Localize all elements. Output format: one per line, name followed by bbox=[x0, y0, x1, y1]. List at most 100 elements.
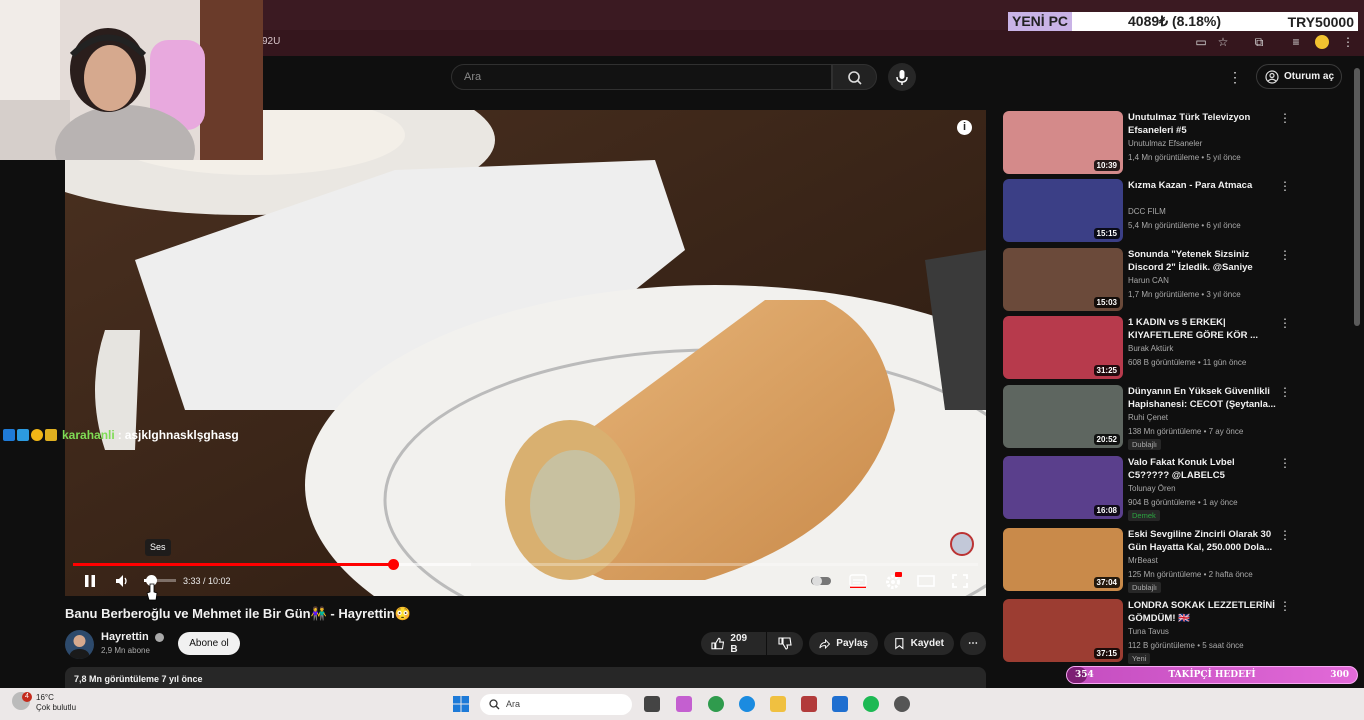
task-view-icon[interactable] bbox=[644, 696, 660, 712]
recommendation-thumbnail[interactable]: 37:15 bbox=[1003, 599, 1123, 662]
recommendation-thumbnail[interactable]: 20:52 bbox=[1003, 385, 1123, 448]
ticker-label: YENİ PC bbox=[1008, 12, 1073, 31]
description-box[interactable]: 7,8 Mn görüntüleme 7 yıl önce bbox=[65, 667, 986, 689]
recommendation-channel[interactable]: Tuna Tavus bbox=[1128, 627, 1169, 636]
obs-icon[interactable] bbox=[894, 696, 910, 712]
recommendation-item[interactable]: 31:25 1 KADIN vs 5 ERKEK| KIYAFETLERE GÖR… bbox=[1003, 316, 1353, 382]
page-scrollbar[interactable] bbox=[1354, 68, 1360, 326]
subtitles-icon[interactable] bbox=[849, 574, 867, 588]
recommendation-item[interactable]: 37:15 LONDRA SOKAK LEZZETLERİNİ GÖMDÜM! 🇬… bbox=[1003, 599, 1353, 665]
video-player[interactable] bbox=[65, 110, 986, 596]
volume-slider[interactable] bbox=[144, 575, 176, 586]
channel-avatar[interactable] bbox=[65, 630, 94, 659]
recommendation-thumbnail[interactable]: 15:15 bbox=[1003, 179, 1123, 242]
file-explorer-icon[interactable] bbox=[770, 696, 786, 712]
recommendation-item[interactable]: 37:04 Eski Sevgiline Zincirli Olarak 30 G… bbox=[1003, 528, 1353, 594]
more-options-icon[interactable]: ⋮ bbox=[1279, 316, 1291, 330]
ticker-total: TRY50000 bbox=[1287, 13, 1354, 30]
recommendation-title[interactable]: Kızma Kazan - Para Atmaca bbox=[1128, 179, 1276, 192]
like-button[interactable]: 209 B bbox=[701, 632, 766, 655]
share-button[interactable]: Paylaş bbox=[809, 632, 878, 655]
url-text: 92U bbox=[262, 36, 281, 47]
recommendation-title[interactable]: Valo Fakat Konuk Lvbel C5????? @LABELC5 … bbox=[1128, 456, 1276, 482]
recommendation-title[interactable]: Unutulmaz Türk Televizyon Efsaneleri #5 bbox=[1128, 111, 1276, 137]
chat-text: asjklghnasklşghasg bbox=[124, 428, 239, 442]
recommendation-channel[interactable]: Tolunay Ören bbox=[1128, 484, 1176, 493]
recommendation-thumbnail[interactable]: 15:03 bbox=[1003, 248, 1123, 311]
notification-badge: 4 bbox=[22, 692, 32, 702]
recommendation-item[interactable]: 20:52 Dünyanın En Yüksek Güvenlikli Hapis… bbox=[1003, 385, 1353, 451]
windows-start-icon[interactable] bbox=[453, 696, 469, 712]
recommendation-meta: 608 B görüntüleme • 11 gün önce bbox=[1128, 358, 1247, 367]
theater-mode-icon[interactable] bbox=[917, 575, 935, 587]
voice-search-button[interactable] bbox=[888, 63, 916, 91]
prime-badge-icon bbox=[3, 429, 15, 441]
recommendation-channel[interactable]: Burak Aktürk bbox=[1128, 344, 1173, 353]
more-options-icon[interactable]: ⋮ bbox=[1279, 179, 1291, 193]
more-options-icon[interactable]: ⋮ bbox=[1279, 248, 1291, 262]
recommendation-thumbnail[interactable]: 16:08 bbox=[1003, 456, 1123, 519]
weather-widget[interactable]: 16°C Çok bulutlu bbox=[36, 693, 76, 713]
browser-menu-icon[interactable]: ⋮ bbox=[1341, 35, 1355, 49]
pause-icon[interactable] bbox=[82, 573, 98, 589]
recommendation-channel[interactable]: Ruhi Çenet bbox=[1128, 413, 1168, 422]
recommendation-title[interactable]: 1 KADIN vs 5 ERKEK| KIYAFETLERE GÖRE KÖR… bbox=[1128, 316, 1276, 342]
more-options-icon[interactable]: ⋮ bbox=[1279, 456, 1291, 470]
autoplay-toggle-icon[interactable] bbox=[810, 575, 832, 587]
recommendation-channel[interactable]: Unutulmaz Efsaneler bbox=[1128, 139, 1202, 148]
chat-message: karahanli : asjklghnasklşghasg bbox=[3, 428, 239, 442]
more-actions-button[interactable]: ⋯ bbox=[960, 632, 986, 655]
video-frame bbox=[65, 110, 986, 596]
more-options-icon[interactable]: ⋮ bbox=[1279, 528, 1291, 542]
extensions-icon[interactable]: ⧉ bbox=[1252, 35, 1266, 49]
recommendation-channel[interactable]: DCC FILM bbox=[1128, 207, 1166, 216]
volume-icon[interactable] bbox=[114, 574, 130, 588]
recommendation-title[interactable]: Eski Sevgiline Zincirli Olarak 30 Gün Ha… bbox=[1128, 528, 1276, 554]
cast-icon[interactable]: ▭ bbox=[1194, 35, 1208, 49]
more-options-icon[interactable]: ⋮ bbox=[1279, 385, 1291, 399]
search-input[interactable]: Ara bbox=[451, 64, 832, 90]
app-icon-photos[interactable] bbox=[676, 696, 692, 712]
video-duration: 15:15 bbox=[1093, 228, 1120, 239]
recommendation-item[interactable]: 15:03 Sonunda "Yetenek Sizsiniz Discord 2… bbox=[1003, 248, 1353, 314]
search-button[interactable] bbox=[832, 64, 877, 90]
profile-avatar-icon[interactable] bbox=[1315, 35, 1329, 49]
more-options-icon[interactable]: ⋮ bbox=[1279, 599, 1291, 613]
recommendation-title[interactable]: LONDRA SOKAK LEZZETLERİNİ GÖMDÜM! 🇬🇧 bbox=[1128, 599, 1276, 625]
progress-bar[interactable] bbox=[73, 559, 978, 570]
recommendation-title[interactable]: Sonunda "Yetenek Sizsiniz Discord 2" İzl… bbox=[1128, 248, 1276, 274]
recommendation-thumbnail[interactable]: 10:39 bbox=[1003, 111, 1123, 174]
app-icon-blue[interactable] bbox=[832, 696, 848, 712]
channel-watermark-logo[interactable] bbox=[950, 532, 974, 556]
dislike-button[interactable] bbox=[767, 632, 803, 655]
fullscreen-icon[interactable] bbox=[952, 574, 968, 588]
follower-target: 300 bbox=[1330, 670, 1349, 680]
mouse-cursor-icon bbox=[146, 583, 158, 601]
recommendation-thumbnail[interactable]: 37:04 bbox=[1003, 528, 1123, 591]
chrome-icon[interactable] bbox=[708, 696, 724, 712]
sign-in-button[interactable]: Oturum aç bbox=[1256, 64, 1342, 89]
taskbar-search-icon bbox=[489, 699, 500, 710]
info-icon[interactable]: i bbox=[957, 120, 972, 135]
bookmark-star-icon[interactable]: ☆ bbox=[1216, 35, 1230, 49]
recommendation-channel[interactable]: Harun CAN bbox=[1128, 276, 1169, 285]
recommendation-thumbnail[interactable]: 31:25 bbox=[1003, 316, 1123, 379]
recommendation-item[interactable]: 15:15 Kızma Kazan - Para Atmaca DCC FILM 5,… bbox=[1003, 179, 1353, 245]
taskbar-search-input[interactable]: Ara bbox=[480, 694, 632, 715]
spotify-icon[interactable] bbox=[863, 696, 879, 712]
channel-name[interactable]: Hayrettin bbox=[101, 631, 164, 643]
recommendation-title[interactable]: Dünyanın En Yüksek Güvenlikli Hapishanes… bbox=[1128, 385, 1276, 411]
settings-more-icon[interactable]: ⋮ bbox=[1228, 68, 1242, 86]
bookmark-icon bbox=[895, 638, 904, 650]
subscribe-button[interactable]: Abone ol bbox=[178, 632, 240, 655]
recommendation-item[interactable]: 16:08 Valo Fakat Konuk Lvbel C5????? @LAB… bbox=[1003, 456, 1353, 522]
save-button[interactable]: Kaydet bbox=[884, 632, 954, 655]
video-title: Banu Berberoğlu ve Mehmet ile Bir Gün👫 -… bbox=[65, 606, 411, 621]
edge-icon[interactable] bbox=[739, 696, 755, 712]
settings-gear-icon[interactable] bbox=[884, 572, 902, 590]
recommendation-channel[interactable]: MrBeast bbox=[1128, 556, 1158, 565]
reading-list-icon[interactable]: ≡ bbox=[1289, 35, 1303, 49]
app-icon-red[interactable] bbox=[801, 696, 817, 712]
more-options-icon[interactable]: ⋮ bbox=[1279, 111, 1291, 125]
recommendation-item[interactable]: 10:39 Unutulmaz Türk Televizyon Efsaneler… bbox=[1003, 111, 1353, 177]
